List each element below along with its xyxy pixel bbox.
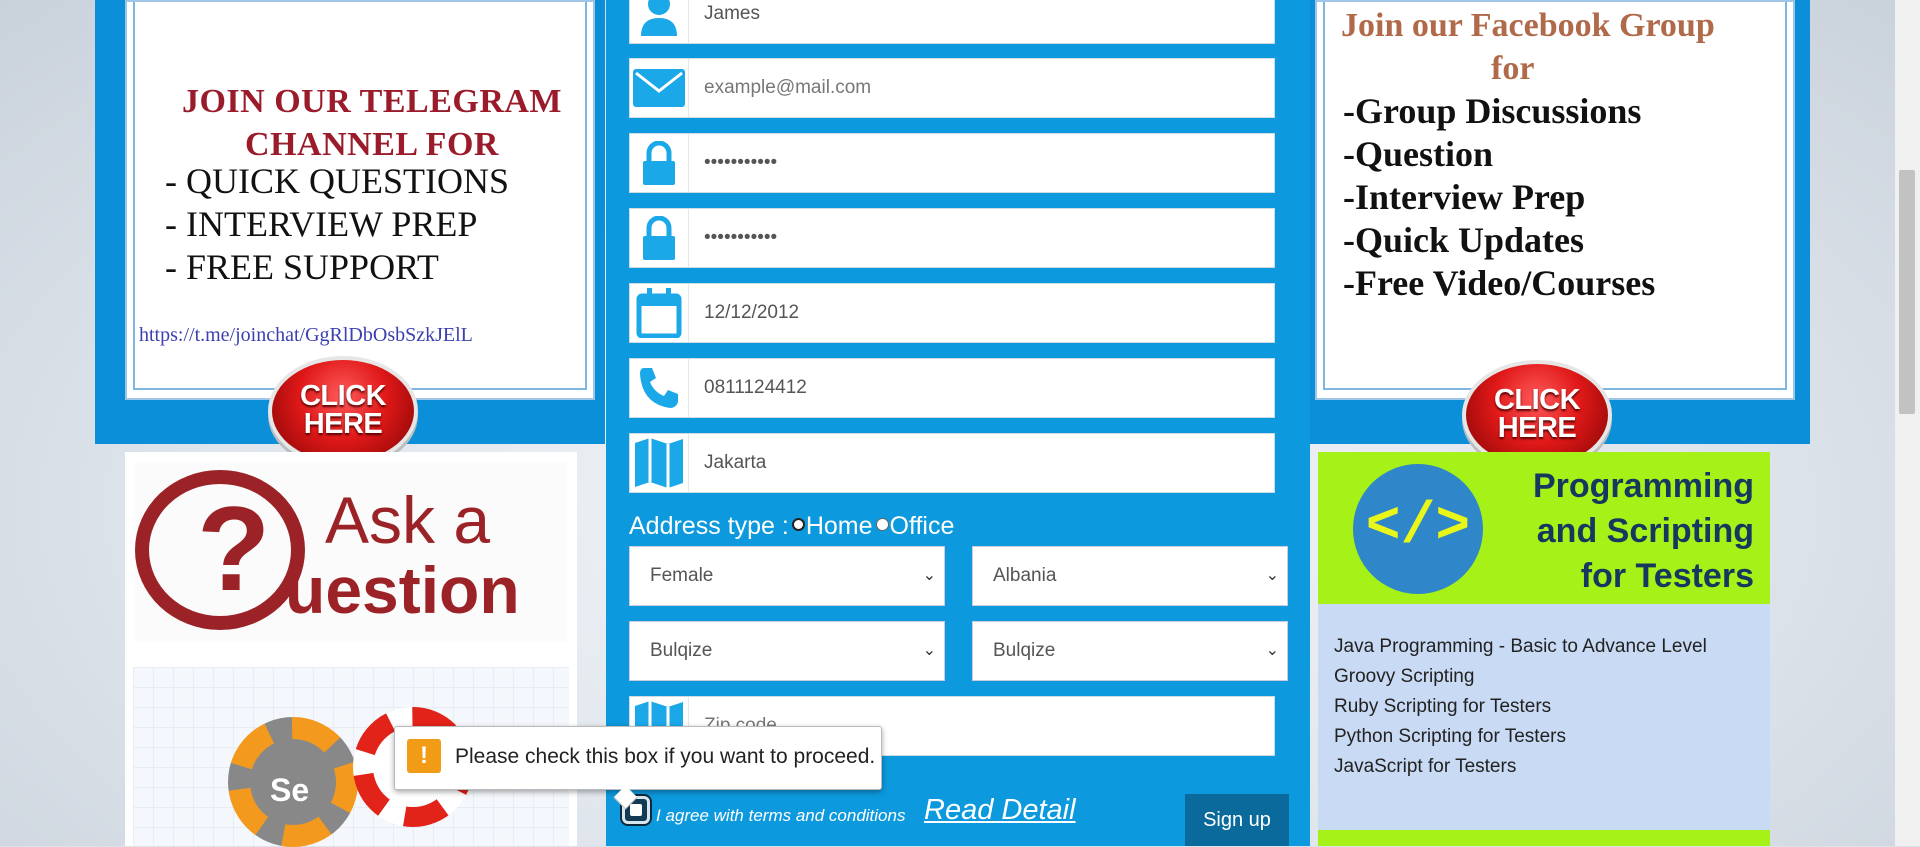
phone-input[interactable] [690, 359, 1274, 417]
dob-input[interactable] [690, 284, 1274, 342]
facebook-title-line2: for [1491, 50, 1535, 87]
facebook-list: -Group Discussions -Question -Interview … [1343, 90, 1655, 305]
lock-icon [630, 209, 689, 267]
mail-icon [630, 59, 689, 117]
tooltip-message: Please check this box if you want to pro… [455, 745, 876, 768]
home-radio[interactable] [791, 517, 805, 531]
address-type-row: Address type : Home Office [629, 512, 954, 541]
city-field-row [629, 433, 1275, 493]
selenium-label: Se [270, 772, 310, 808]
chevron-down-icon: ⌄ [922, 642, 936, 659]
gender-selected-value: Female [650, 565, 714, 586]
code-icon: </> [1353, 464, 1483, 594]
click-label: CLICK [1493, 384, 1581, 416]
address-type-label: Address type : [629, 512, 789, 540]
city-input[interactable] [690, 434, 1274, 492]
signup-button[interactable]: Sign up [1185, 794, 1289, 846]
programming-header: </> Programming and Scripting for Tester… [1318, 452, 1770, 604]
warning-icon: ! [407, 739, 441, 773]
telegram-link[interactable]: https://t.me/joinchat/GgRlDbOsbSzkJElL [139, 324, 473, 347]
facebook-item: -Question [1343, 134, 1494, 174]
password-field-row [629, 133, 1275, 193]
programming-banner[interactable]: </> Programming and Scripting for Tester… [1318, 452, 1770, 846]
country-select[interactable]: Albania ⌄ [972, 546, 1288, 606]
lock-icon [630, 134, 689, 192]
country-selected-value: Albania [993, 565, 1057, 586]
programming-title-line: and Scripting [1536, 512, 1754, 550]
programming-title: Programming and Scripting for Testers [1494, 464, 1754, 599]
home-label: Home [805, 512, 873, 540]
programming-list: Java Programming - Basic to Advance Leve… [1334, 632, 1707, 782]
facebook-item: -Group Discussions [1343, 91, 1642, 131]
programming-item[interactable]: JavaScript for Testers [1334, 752, 1707, 782]
phone-icon [630, 359, 689, 417]
chevron-down-icon: ⌄ [1265, 567, 1279, 584]
name-input[interactable] [690, 0, 1274, 43]
facebook-item: -Interview Prep [1343, 177, 1586, 217]
scrollbar-thumb[interactable] [1899, 170, 1915, 414]
city-select[interactable]: Bulqize ⌄ [972, 621, 1288, 681]
office-radio[interactable] [875, 517, 889, 531]
click-label: CLICK [299, 380, 387, 412]
telegram-banner[interactable]: JOIN OUR TELEGRAM CHANNEL FOR - QUICK QU… [125, 0, 595, 400]
question-text: uestion [285, 553, 520, 627]
question-mark-icon: ? [197, 482, 271, 616]
facebook-title-line1: Join our Facebook Group [1341, 7, 1715, 44]
city-selected-value: Bulqize [993, 640, 1056, 661]
state-select[interactable]: Bulqize ⌄ [629, 621, 945, 681]
facebook-item: -Quick Updates [1343, 220, 1585, 260]
telegram-list: - QUICK QUESTIONS - INTERVIEW PREP - FRE… [165, 160, 509, 289]
state-selected-value: Bulqize [650, 640, 713, 661]
here-label: HERE [303, 408, 383, 440]
email-field-row [629, 58, 1275, 118]
map-icon [630, 434, 689, 492]
dob-field-row [629, 283, 1275, 343]
here-label: HERE [1497, 412, 1577, 444]
chevron-down-icon: ⌄ [922, 567, 936, 584]
telegram-item: - FREE SUPPORT [165, 247, 439, 287]
phone-field-row [629, 358, 1275, 418]
office-label: Office [889, 512, 955, 540]
facebook-title: Join our Facebook Group for [1341, 4, 1781, 90]
password-input[interactable] [690, 134, 1274, 192]
facebook-banner[interactable]: Join our Facebook Group for -Group Discu… [1315, 0, 1795, 400]
programming-item[interactable]: Groovy Scripting [1334, 662, 1707, 692]
calendar-icon [630, 284, 689, 342]
chevron-down-icon: ⌄ [1265, 642, 1279, 659]
telegram-title: JOIN OUR TELEGRAM CHANNEL FOR [162, 80, 582, 166]
programming-title-line: for Testers [1580, 557, 1754, 595]
registration-form: Address type : Home Office Female ⌄ Albani… [606, 0, 1310, 846]
telegram-item: - QUICK QUESTIONS [165, 161, 509, 201]
programming-title-line: Programming [1532, 467, 1754, 505]
programming-item[interactable]: Ruby Scripting for Testers [1334, 692, 1707, 722]
programming-footer-bar [1318, 830, 1770, 846]
telegram-title-line1: JOIN OUR TELEGRAM [181, 83, 563, 120]
ask-text: Ask a [325, 483, 491, 557]
name-field-row [629, 0, 1275, 44]
programming-item[interactable]: Java Programming - Basic to Advance Leve… [1334, 632, 1707, 662]
read-detail-link[interactable]: Read Detail [924, 794, 1076, 827]
ask-question-logo: ? Ask a uestion [135, 462, 567, 642]
confirm-password-input[interactable] [690, 209, 1274, 267]
facebook-item: -Free Video/Courses [1343, 263, 1656, 303]
telegram-item: - INTERVIEW PREP [165, 204, 478, 244]
telegram-click-here-button[interactable]: CLICK HERE [268, 356, 418, 466]
user-icon [630, 0, 689, 43]
email-input[interactable] [690, 59, 1274, 117]
terms-label: I agree with terms and conditions [656, 806, 906, 825]
validation-tooltip: ! Please check this box if you want to p… [394, 726, 882, 790]
gender-select[interactable]: Female ⌄ [629, 546, 945, 606]
programming-item[interactable]: Python Scripting for Testers [1334, 722, 1707, 752]
vertical-scrollbar[interactable] [1895, 0, 1920, 846]
confirm-password-field-row [629, 208, 1275, 268]
